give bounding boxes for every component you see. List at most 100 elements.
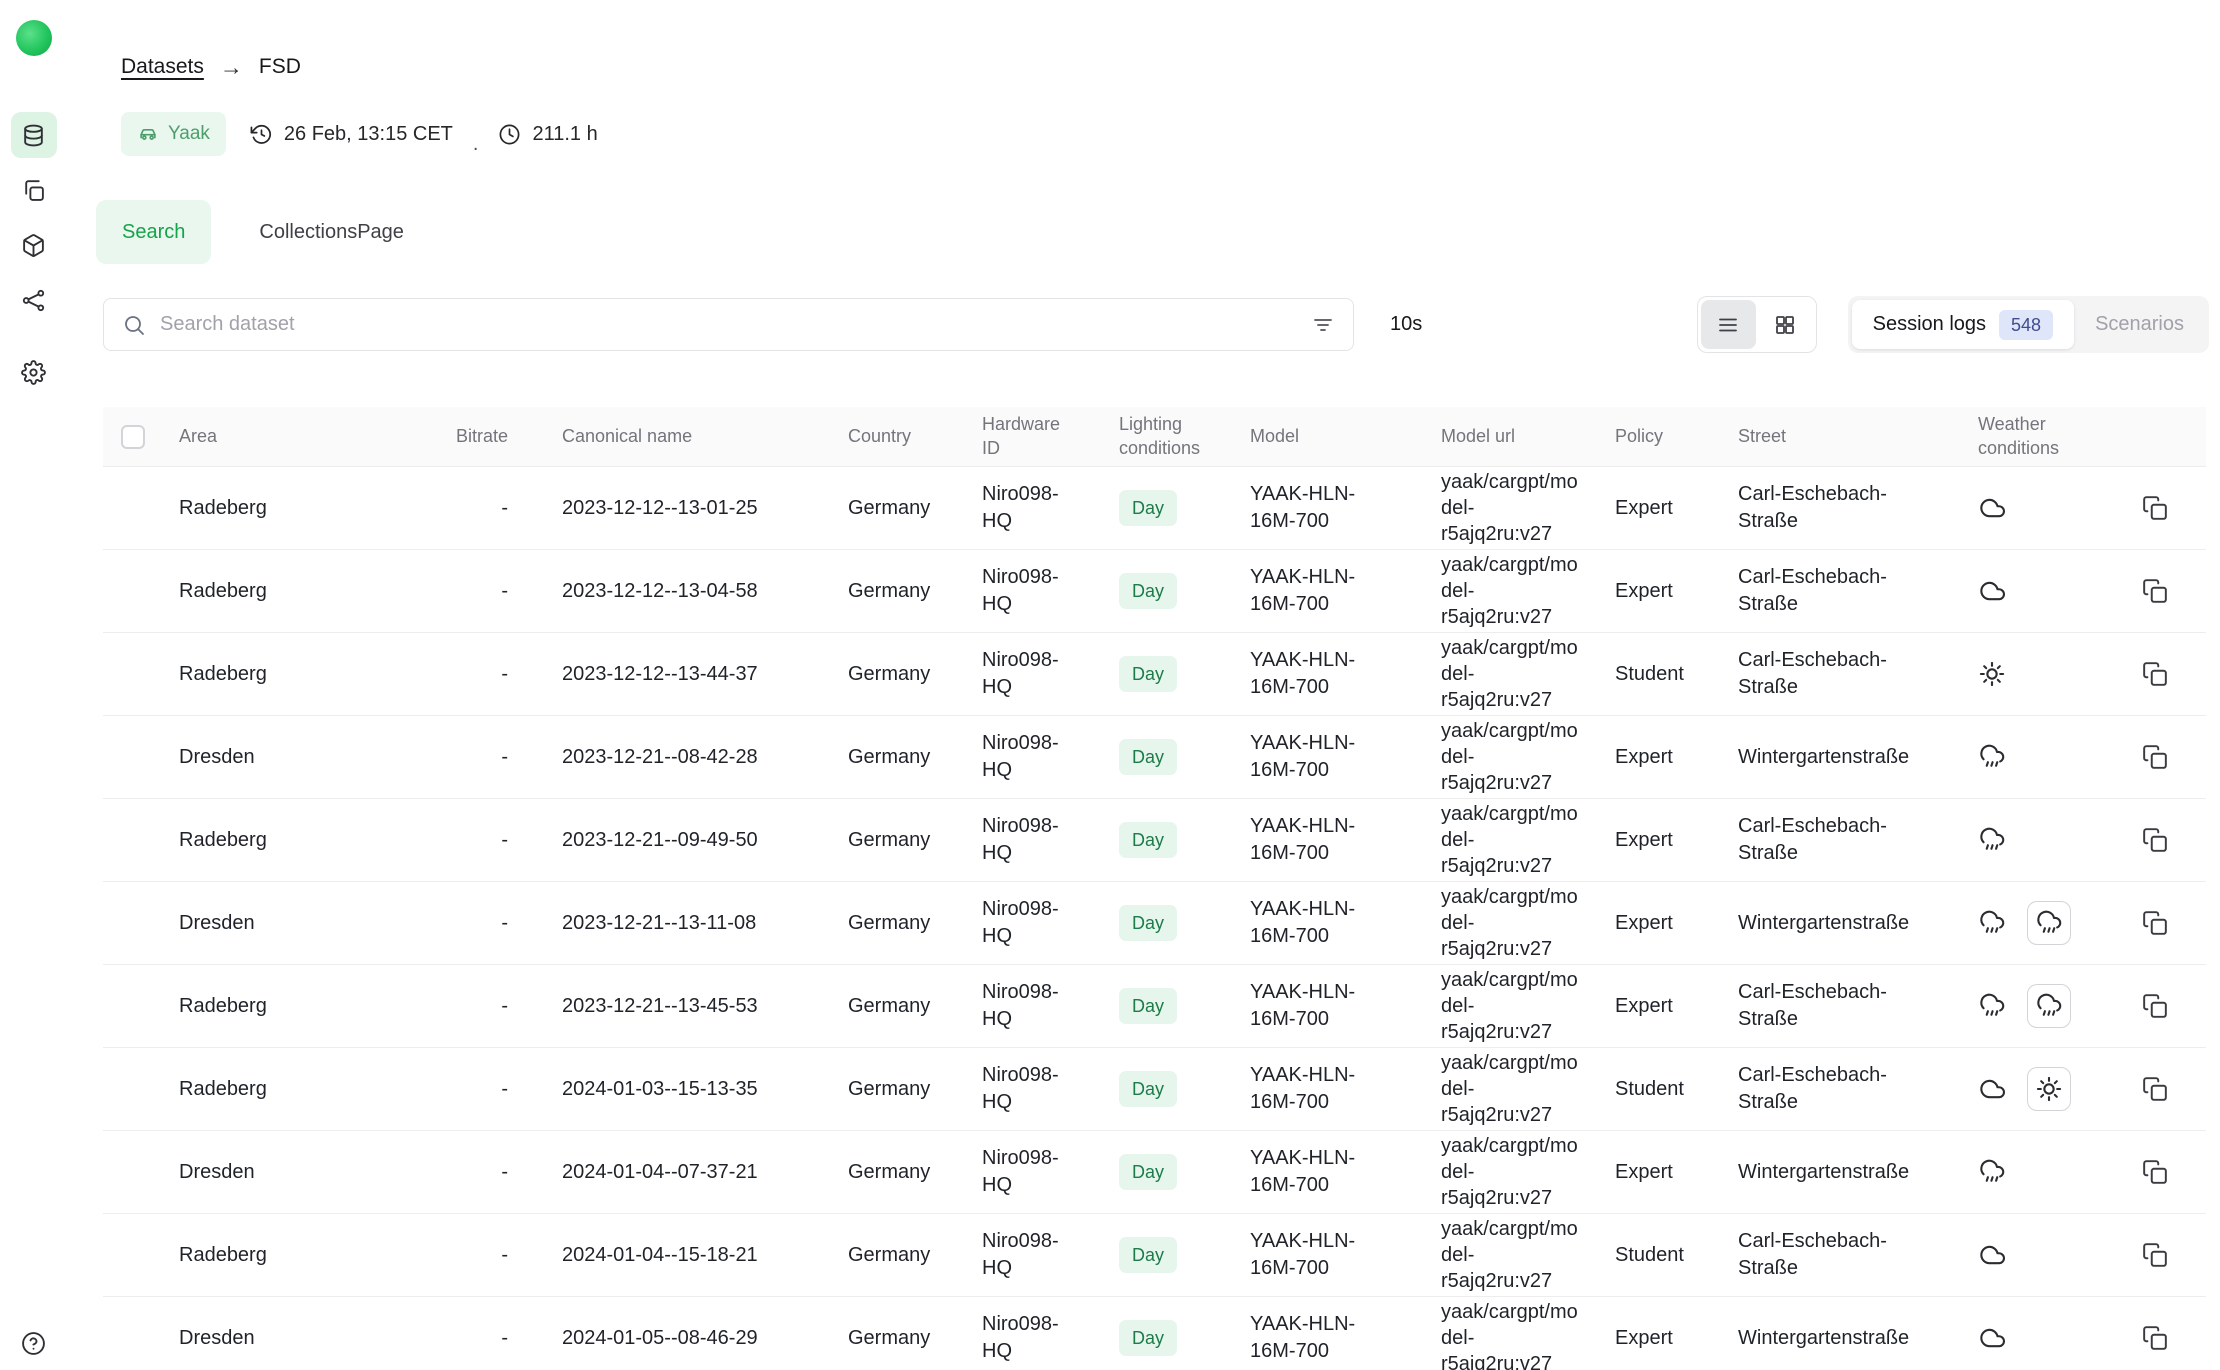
sidebar-item-settings[interactable] (11, 349, 57, 395)
cell-lighting: Day (1095, 490, 1225, 526)
rain-icon (2035, 992, 2063, 1020)
sidebar-item-package[interactable] (11, 222, 57, 268)
cell-country: Germany (824, 1325, 958, 1352)
rain-icon (1978, 1158, 2006, 1186)
sidebar-item-help[interactable] (11, 1320, 57, 1366)
table-row[interactable]: Radeberg-2024-01-03--15-13-35GermanyNiro… (103, 1048, 2206, 1131)
cell-bitrate: - (389, 1242, 524, 1269)
table-row[interactable]: Dresden-2023-12-21--13-11-08GermanyNiro0… (103, 882, 2206, 965)
list-view-icon (1716, 313, 1740, 337)
copy-button[interactable] (2140, 1240, 2170, 1270)
cloud-icon (1978, 494, 2006, 522)
segment-session-logs[interactable]: Session logs548 (1852, 300, 2074, 349)
cell-canonical-name: 2024-01-05--08-46-29 (524, 1325, 824, 1352)
cell-model-url: yaak/cargpt/model-r5ajq2ru:v27 (1420, 801, 1590, 879)
cell-country: Germany (824, 827, 958, 854)
cell-hardware-id: Niro098-HQ (958, 1311, 1095, 1365)
cell-bitrate: - (389, 827, 524, 854)
lighting-badge: Day (1119, 739, 1177, 775)
table-row[interactable]: Dresden-2024-01-05--08-46-29GermanyNiro0… (103, 1297, 2206, 1370)
cell-hardware-id: Niro098-HQ (958, 481, 1095, 535)
grid-view-icon (1773, 313, 1797, 337)
segment-scenarios[interactable]: Scenarios (2074, 300, 2205, 349)
lighting-badge: Day (1119, 573, 1177, 609)
cell-bitrate: - (389, 578, 524, 605)
copy-button[interactable] (2140, 1074, 2170, 1104)
lighting-badge: Day (1119, 988, 1177, 1024)
cell-bitrate: - (389, 1076, 524, 1103)
cell-country: Germany (824, 744, 958, 771)
cell-country: Germany (824, 1076, 958, 1103)
table-row[interactable]: Radeberg-2023-12-21--13-45-53GermanyNiro… (103, 965, 2206, 1048)
tab-search[interactable]: Search (96, 200, 211, 264)
cell-lighting: Day (1095, 988, 1225, 1024)
copy-button[interactable] (2140, 742, 2170, 772)
sidebar-item-workflow[interactable] (11, 277, 57, 323)
table-row[interactable]: Radeberg-2024-01-04--15-18-21GermanyNiro… (103, 1214, 2206, 1297)
cell-country: Germany (824, 1159, 958, 1186)
lighting-badge: Day (1119, 905, 1177, 941)
cell-country: Germany (824, 910, 958, 937)
cell-policy: Expert (1590, 993, 1715, 1020)
cell-model-url: yaak/cargpt/model-r5ajq2ru:v27 (1420, 552, 1590, 630)
copy-button[interactable] (2140, 493, 2170, 523)
segment-label: Scenarios (2095, 313, 2184, 336)
copy-button[interactable] (2140, 1157, 2170, 1187)
lighting-badge: Day (1119, 1071, 1177, 1107)
table-row[interactable]: Radeberg-2023-12-21--09-49-50GermanyNiro… (103, 799, 2206, 882)
app-logo-icon[interactable] (16, 20, 52, 56)
copy-button[interactable] (2140, 908, 2170, 938)
breadcrumb-datasets-link[interactable]: Datasets (121, 53, 204, 81)
cell-hardware-id: Niro098-HQ (958, 979, 1095, 1033)
cell-policy: Expert (1590, 1159, 1715, 1186)
select-all-checkbox[interactable] (121, 425, 145, 449)
cell-model: YAAK-HLN-16M-700 (1225, 564, 1420, 618)
rain-icon (1978, 909, 2006, 937)
search-input[interactable] (160, 313, 1297, 336)
count-badge: 548 (1999, 310, 2053, 340)
mode-switch: Session logs548 Scenarios (1848, 296, 2209, 353)
table-row[interactable]: Radeberg-2023-12-12--13-44-37GermanyNiro… (103, 633, 2206, 716)
sidebar-item-database[interactable] (11, 112, 57, 158)
sidebar-item-collections[interactable] (11, 167, 57, 213)
table-row[interactable]: Radeberg-2023-12-12--13-04-58GermanyNiro… (103, 550, 2206, 633)
breadcrumb-current: FSD (259, 53, 301, 81)
breadcrumb-arrow-icon: → (220, 53, 243, 81)
cell-policy: Expert (1590, 495, 1715, 522)
cell-canonical-name: 2023-12-21--09-49-50 (524, 827, 824, 854)
column-header-country: Country (824, 425, 958, 448)
cell-hardware-id: Niro098-HQ (958, 1145, 1095, 1199)
weather-boxed (2027, 984, 2071, 1028)
cell-weather (1950, 494, 2100, 522)
table-row[interactable]: Radeberg-2023-12-12--13-01-25GermanyNiro… (103, 467, 2206, 550)
cell-model-url: yaak/cargpt/model-r5ajq2ru:v27 (1420, 1299, 1590, 1370)
cell-actions (2100, 1074, 2206, 1104)
app: Datasets → FSD Yaak 26 Feb, 13:15 CET . … (0, 0, 2220, 1370)
recorded-timestamp-text: 26 Feb, 13:15 CET (284, 123, 453, 146)
copy-button[interactable] (2140, 991, 2170, 1021)
cell-weather (1950, 826, 2100, 854)
cell-model-url: yaak/cargpt/model-r5ajq2ru:v27 (1420, 635, 1590, 713)
cell-hardware-id: Niro098-HQ (958, 813, 1095, 867)
grid-view-button[interactable] (1758, 300, 1813, 349)
cell-policy: Expert (1590, 910, 1715, 937)
copy-button[interactable] (2140, 576, 2170, 606)
table-row[interactable]: Dresden-2023-12-21--08-42-28GermanyNiro0… (103, 716, 2206, 799)
cell-model: YAAK-HLN-16M-700 (1225, 481, 1420, 535)
package-icon (21, 233, 46, 258)
lighting-badge: Day (1119, 1320, 1177, 1356)
cell-hardware-id: Niro098-HQ (958, 1228, 1095, 1282)
cell-model: YAAK-HLN-16M-700 (1225, 813, 1420, 867)
copy-button[interactable] (2140, 825, 2170, 855)
copy-button[interactable] (2140, 1323, 2170, 1353)
filter-icon[interactable] (1311, 313, 1335, 337)
table-row[interactable]: Dresden-2024-01-04--07-37-21GermanyNiro0… (103, 1131, 2206, 1214)
cloud-icon (1978, 577, 2006, 605)
copy-button[interactable] (2140, 659, 2170, 689)
tab-collectionspage[interactable]: CollectionsPage (233, 200, 430, 264)
list-view-button[interactable] (1701, 300, 1756, 349)
cell-area: Radeberg (159, 661, 389, 688)
column-header-weather: Weather conditions (1950, 413, 2100, 460)
cell-canonical-name: 2023-12-21--13-45-53 (524, 993, 824, 1020)
column-header-canonical-name: Canonical name (524, 425, 824, 448)
